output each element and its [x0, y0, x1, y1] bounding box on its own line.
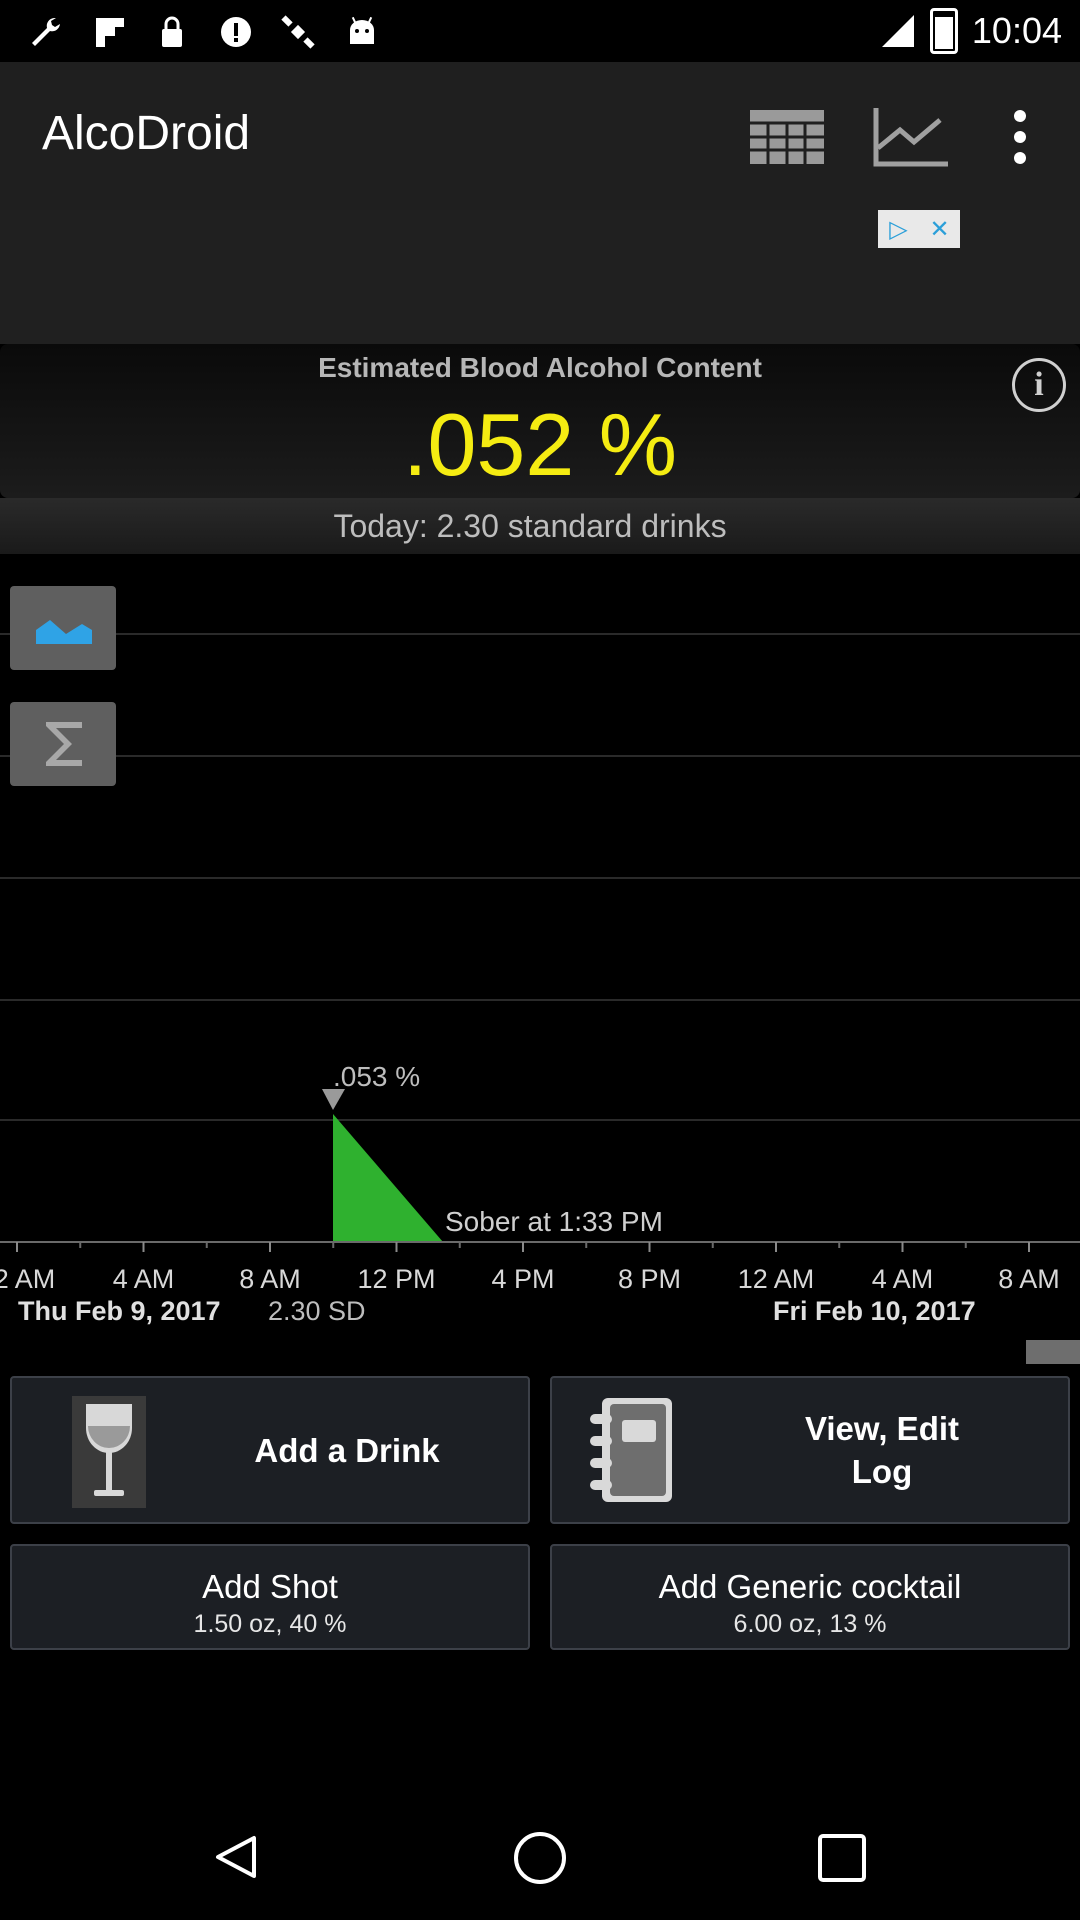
- add-cocktail-detail: 6.00 oz, 13 %: [733, 1610, 887, 1638]
- signal-icon: [881, 15, 914, 47]
- x-tick-label: 8 AM: [239, 1264, 301, 1294]
- view-edit-log-line1: View, Edit: [804, 1410, 960, 1447]
- recents-icon[interactable]: [814, 1830, 870, 1886]
- x-tick-label: 12 PM: [357, 1264, 435, 1294]
- x-tick-label: 4 AM: [872, 1264, 934, 1294]
- battery-icon: [929, 8, 958, 54]
- status-right: 10:04: [880, 0, 1062, 62]
- date-right: Fri Feb 10, 2017: [773, 1296, 976, 1326]
- adchoices-icon[interactable]: ▷: [878, 210, 919, 248]
- bac-chart[interactable]: .053 % Sober at 1:33 PM 12 AM 4 AM 8 AM 12 …: [0, 554, 1080, 1374]
- notebook-icon: [590, 1398, 672, 1502]
- satellite-icon: [281, 15, 315, 49]
- lock-icon: [162, 16, 182, 47]
- bac-area: [333, 1114, 443, 1242]
- back-icon[interactable]: [206, 1832, 266, 1882]
- area-chart-icon: [36, 620, 92, 644]
- date-left: Thu Feb 9, 2017: [18, 1296, 221, 1326]
- sigma-icon: [46, 722, 82, 766]
- bac-value: .052 %: [403, 395, 677, 494]
- line-chart-icon[interactable]: [866, 100, 956, 174]
- ad-banner[interactable]: ▷ ✕: [0, 210, 1080, 344]
- info-circle-icon: [221, 17, 251, 47]
- x-tick-label: 4 AM: [113, 1264, 175, 1294]
- overflow-menu-icon[interactable]: [990, 100, 1050, 174]
- peak-marker-icon: [322, 1089, 345, 1110]
- home-icon[interactable]: [510, 1828, 570, 1888]
- navigation-bar: [0, 1794, 1080, 1920]
- sober-label: Sober at 1:33 PM: [445, 1206, 663, 1237]
- x-tick-label: 12 AM: [0, 1264, 55, 1294]
- sigma-toggle[interactable]: [10, 702, 116, 786]
- today-drinks-text: Today: 2.30 standard drinks: [333, 508, 727, 544]
- add-cocktail-label: Add Generic cocktail: [658, 1568, 962, 1605]
- add-drink-button[interactable]: Add a Drink: [10, 1376, 530, 1524]
- wine-glass-icon: [72, 1396, 146, 1508]
- add-shot-label: Add Shot: [202, 1568, 338, 1605]
- x-tick-label: 4 PM: [491, 1264, 554, 1294]
- area-chart-toggle[interactable]: [10, 586, 116, 670]
- close-icon[interactable]: ✕: [919, 210, 960, 248]
- view-edit-log-line2: Log: [851, 1453, 913, 1490]
- peak-label: .053 %: [333, 1061, 420, 1092]
- info-icon[interactable]: i: [1012, 358, 1066, 412]
- calendar-grid-icon[interactable]: [742, 100, 832, 174]
- add-shot-detail: 1.50 oz, 40 %: [193, 1610, 347, 1638]
- x-tick-label: 8 PM: [618, 1264, 681, 1294]
- wrench-icon: [32, 18, 60, 46]
- clock: 10:04: [971, 10, 1062, 51]
- view-edit-log-button[interactable]: View, Edit Log: [550, 1376, 1070, 1524]
- status-bar: 10:04: [0, 0, 1080, 62]
- sd-label: 2.30 SD: [268, 1296, 366, 1326]
- ad-badge[interactable]: ▷ ✕: [878, 210, 960, 248]
- chart-gridlines: [0, 633, 1080, 1121]
- today-summary: Today: 2.30 standard drinks: [0, 498, 1080, 554]
- app-toolbar: AlcoDroid: [0, 62, 1080, 210]
- flipboard-icon: [96, 18, 124, 47]
- app-title: AlcoDroid: [42, 107, 251, 160]
- scroll-handle[interactable]: [1026, 1340, 1080, 1364]
- x-tick-label: 8 AM: [998, 1264, 1060, 1294]
- x-tick-label: 12 AM: [738, 1264, 815, 1294]
- add-drink-label: Add a Drink: [254, 1432, 440, 1469]
- add-generic-cocktail-button[interactable]: Add Generic cocktail 6.00 oz, 13 %: [550, 1544, 1070, 1650]
- bac-panel: Estimated Blood Alcohol Content .052 % i: [0, 344, 1080, 498]
- android-icon: [350, 16, 374, 44]
- add-shot-button[interactable]: Add Shot 1.50 oz, 40 %: [10, 1544, 530, 1650]
- bac-label: Estimated Blood Alcohol Content: [318, 352, 762, 383]
- bac-chart-svg: .053 % Sober at 1:33 PM 12 AM 4 AM 8 AM 12 …: [0, 633, 1080, 1364]
